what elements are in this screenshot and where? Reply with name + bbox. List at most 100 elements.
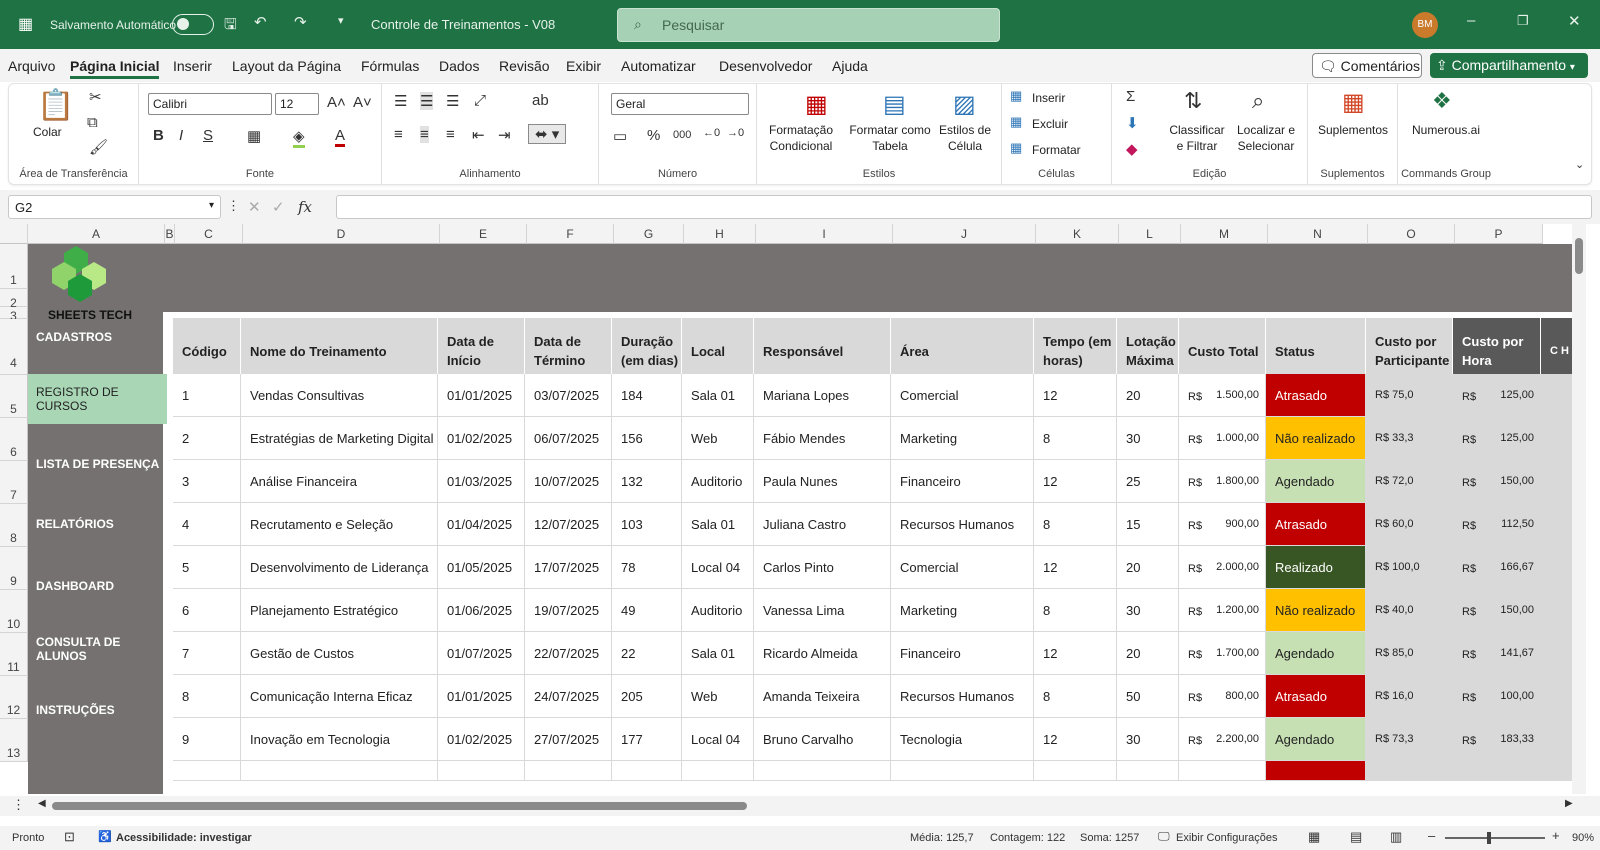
customize-toolbar-icon[interactable]: ▾: [338, 14, 344, 27]
column-header-j[interactable]: J: [893, 224, 1036, 244]
nav-item-4[interactable]: RELATÓRIOS: [28, 494, 163, 554]
autosave-toggle[interactable]: [172, 14, 214, 35]
table-cell[interactable]: Financeiro: [891, 460, 1034, 503]
table-cell[interactable]: R$ 33,3: [1366, 417, 1453, 460]
collapse-ribbon-icon[interactable]: ⌄: [1575, 158, 1584, 171]
percent-icon[interactable]: %: [647, 127, 660, 144]
undo-icon[interactable]: ↶: [254, 13, 267, 31]
paste-label[interactable]: Colar: [33, 124, 62, 140]
table-cell[interactable]: Paula Nunes: [754, 460, 891, 503]
table-header-12[interactable]: Status: [1266, 318, 1366, 374]
fill-icon[interactable]: ⬇: [1126, 114, 1139, 132]
table-cell[interactable]: Sala 01: [682, 632, 754, 675]
row-header-8[interactable]: 8: [0, 504, 28, 547]
column-header-c[interactable]: C: [175, 224, 243, 244]
save-icon[interactable]: 🖫: [224, 14, 237, 39]
align-middle-icon[interactable]: ☰: [420, 92, 434, 110]
align-center-icon[interactable]: ≡: [420, 126, 429, 143]
table-cell[interactable]: Comunicação Interna Eficaz: [241, 675, 438, 718]
table-cell[interactable]: 12: [1034, 718, 1117, 761]
table-cell[interactable]: Bruno Carvalho: [754, 718, 891, 761]
table-cell[interactable]: 20: [1117, 632, 1179, 675]
accessibility-status[interactable]: Acessibilidade: investigar: [116, 832, 252, 844]
cost-per-hour-cell[interactable]: R$ 141,67: [1453, 632, 1541, 675]
row-header-2[interactable]: 2: [0, 289, 28, 310]
table-cell[interactable]: R$ 73,3: [1366, 718, 1453, 761]
table-cell[interactable]: [438, 761, 525, 781]
table-cell[interactable]: 24/07/2025: [525, 675, 612, 718]
status-cell[interactable]: Não realizado: [1266, 417, 1366, 460]
font-size-select[interactable]: 12: [275, 93, 319, 115]
menu-arquivo[interactable]: Arquivo: [8, 58, 55, 74]
column-header-b[interactable]: B: [165, 224, 175, 244]
decrease-indent-icon[interactable]: ⇤: [472, 126, 485, 144]
insert-function-icon[interactable]: fx: [298, 198, 312, 216]
menu-layout[interactable]: Layout da Página: [232, 58, 341, 74]
table-cell[interactable]: Local 04: [682, 718, 754, 761]
fill-color-icon[interactable]: ◈: [293, 127, 305, 148]
format-as-table-label[interactable]: Formatar como Tabela: [845, 122, 935, 154]
table-cell[interactable]: Recrutamento e Seleção: [241, 503, 438, 546]
table-header-10[interactable]: Lotação Máxima: [1117, 318, 1179, 374]
menu-dados[interactable]: Dados: [439, 58, 479, 74]
table-header-11[interactable]: Custo Total: [1179, 318, 1266, 374]
table-cell[interactable]: 12/07/2025: [525, 503, 612, 546]
table-cell[interactable]: 30: [1117, 589, 1179, 632]
table-cell[interactable]: [612, 761, 682, 781]
row-header-5[interactable]: 5: [0, 375, 28, 418]
table-cell[interactable]: 78: [612, 546, 682, 589]
table-cell[interactable]: Mariana Lopes: [754, 374, 891, 417]
table-cell[interactable]: 4: [173, 503, 241, 546]
table-cell[interactable]: [682, 761, 754, 781]
table-cell[interactable]: Estratégias de Marketing Digital: [241, 417, 438, 460]
table-cell[interactable]: [1453, 761, 1541, 781]
orientation-icon[interactable]: ⤢: [474, 92, 486, 109]
column-header-m[interactable]: M: [1181, 224, 1268, 244]
status-cell[interactable]: Agendado: [1266, 632, 1366, 675]
table-cell[interactable]: Web: [682, 675, 754, 718]
zoom-slider-thumb[interactable]: [1487, 832, 1491, 844]
menu-inserir[interactable]: Inserir: [173, 58, 212, 74]
table-cell[interactable]: 12: [1034, 374, 1117, 417]
cost-total-cell[interactable]: R$ 800,00: [1179, 675, 1266, 718]
cost-total-cell[interactable]: R$ 1.200,00: [1179, 589, 1266, 632]
table-cell[interactable]: R$ 100,0: [1366, 546, 1453, 589]
cost-total-cell[interactable]: R$ 900,00: [1179, 503, 1266, 546]
table-header-2[interactable]: Nome do Treinamento: [241, 318, 438, 374]
table-cell[interactable]: R$ 40,0: [1366, 589, 1453, 632]
table-cell[interactable]: 6: [173, 589, 241, 632]
table-cell[interactable]: R$ 75,0: [1366, 374, 1453, 417]
table-cell[interactable]: Fábio Mendes: [754, 417, 891, 460]
table-cell[interactable]: R$ 85,0: [1366, 632, 1453, 675]
table-cell[interactable]: 27/07/2025: [525, 718, 612, 761]
table-cell[interactable]: [1179, 761, 1266, 781]
column-header-d[interactable]: D: [243, 224, 440, 244]
table-cell[interactable]: 156: [612, 417, 682, 460]
format-painter-icon[interactable]: 🖌: [89, 138, 108, 156]
macro-record-icon[interactable]: ⊡: [64, 829, 75, 845]
status-cell[interactable]: Atrasado: [1266, 374, 1366, 417]
increase-decimal-icon[interactable]: ←0: [703, 127, 720, 139]
table-cell[interactable]: Auditorio: [682, 460, 754, 503]
table-header-1[interactable]: Código: [173, 318, 241, 374]
shrink-font-icon[interactable]: A˅: [353, 94, 372, 111]
column-header-o[interactable]: O: [1368, 224, 1455, 244]
cost-total-cell[interactable]: R$ 1.700,00: [1179, 632, 1266, 675]
count-value[interactable]: Contagem: 122: [990, 832, 1065, 844]
worksheet[interactable]: ABCDEFGHIJKLMNOP 1 2 3 4 5 6 7 8 9 10 11 12 13 CADAS…: [0, 224, 1586, 794]
table-cell[interactable]: Recursos Humanos: [891, 503, 1034, 546]
row-header-9[interactable]: 9: [0, 547, 28, 590]
cost-total-cell[interactable]: R$ 1.500,00: [1179, 374, 1266, 417]
search-input[interactable]: ⌕ Pesquisar: [617, 8, 1000, 42]
zoom-level[interactable]: 90%: [1572, 832, 1594, 844]
align-bottom-icon[interactable]: ☰: [446, 92, 459, 110]
table-header-13[interactable]: Custo por Participante: [1366, 318, 1453, 374]
normal-view-icon[interactable]: ▦: [1308, 829, 1320, 845]
comma-style-icon[interactable]: 000: [673, 129, 691, 141]
paste-icon[interactable]: 📋: [37, 88, 74, 123]
format-as-table-icon[interactable]: ▤: [883, 90, 906, 119]
page-break-view-icon[interactable]: ▥: [1390, 829, 1402, 845]
table-cell[interactable]: R$ 72,0: [1366, 460, 1453, 503]
table-header-4[interactable]: Data de Término: [525, 318, 612, 374]
status-cell[interactable]: Atrasado: [1266, 675, 1366, 718]
